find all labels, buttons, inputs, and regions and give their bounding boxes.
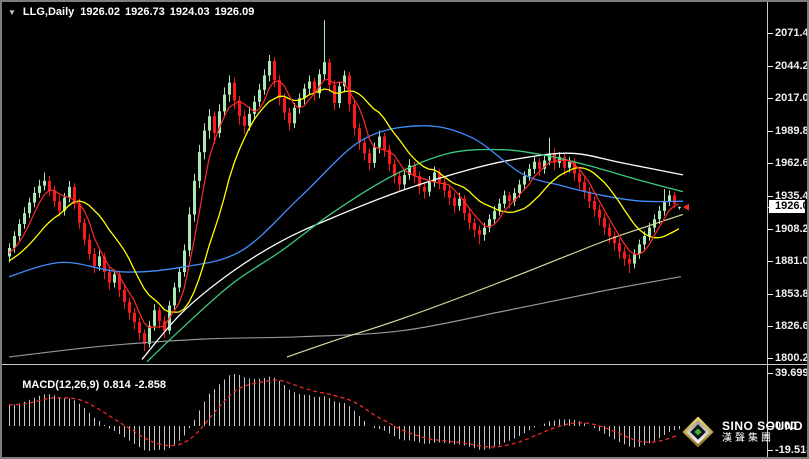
low-value: 1924.03	[169, 6, 210, 18]
chart-window: ▼ LLG,Daily 1926.02 1926.73 1924.03 1926.09…	[0, 0, 809, 459]
open-value: 1926.02	[80, 6, 121, 18]
broker-logo: SINO SOUND 漢聲集團	[681, 415, 803, 449]
price-axis-label: 1908.20	[775, 223, 809, 235]
price-axis-label: 1989.80	[775, 125, 809, 137]
current-price-marker-icon	[683, 203, 689, 211]
macd-signal-value: -2.858	[134, 379, 166, 391]
logo-name: SINO SOUND	[721, 418, 803, 433]
ohlc-values: 1926.02 1926.73 1924.03 1926.09	[80, 6, 259, 18]
macd-name: MACD(12,26,9)	[22, 379, 100, 391]
diamond-logo-icon	[681, 415, 715, 449]
ma-blue	[8, 125, 684, 278]
chevron-down-icon[interactable]: ▼	[8, 8, 16, 17]
price-axis-label: 2071.40	[775, 27, 809, 39]
price-axis-label: 2017.00	[775, 92, 809, 104]
macd-indicator-label: MACD(12,26,9) 0.814 -2.858	[10, 367, 170, 403]
price-axis-label: 1881.00	[775, 255, 809, 267]
macd-axis-label: 39.699	[775, 367, 809, 379]
price-axis-label: 1962.60	[775, 157, 809, 169]
price-axis-label: 1935.40	[775, 190, 809, 202]
close-value: 1926.09	[214, 6, 255, 18]
price-axis-label: 1853.80	[775, 288, 809, 300]
logo-name-cn: 漢聲集團	[721, 432, 774, 444]
ma-white	[141, 152, 684, 360]
high-value: 1926.73	[125, 6, 165, 18]
price-axis-label: 1826.60	[775, 320, 809, 332]
moving-averages-layer	[8, 78, 684, 363]
chart-header: ▼ LLG,Daily 1926.02 1926.73 1924.03 1926.09	[8, 6, 259, 18]
price-axis-label: 1800.20	[775, 352, 809, 364]
price-axis-label: 2044.20	[775, 60, 809, 72]
macd-main-value: 0.814	[103, 379, 131, 391]
symbol-timeframe-label: LLG,Daily	[22, 6, 75, 18]
candles-layer	[8, 20, 681, 351]
ma-red	[8, 78, 680, 329]
